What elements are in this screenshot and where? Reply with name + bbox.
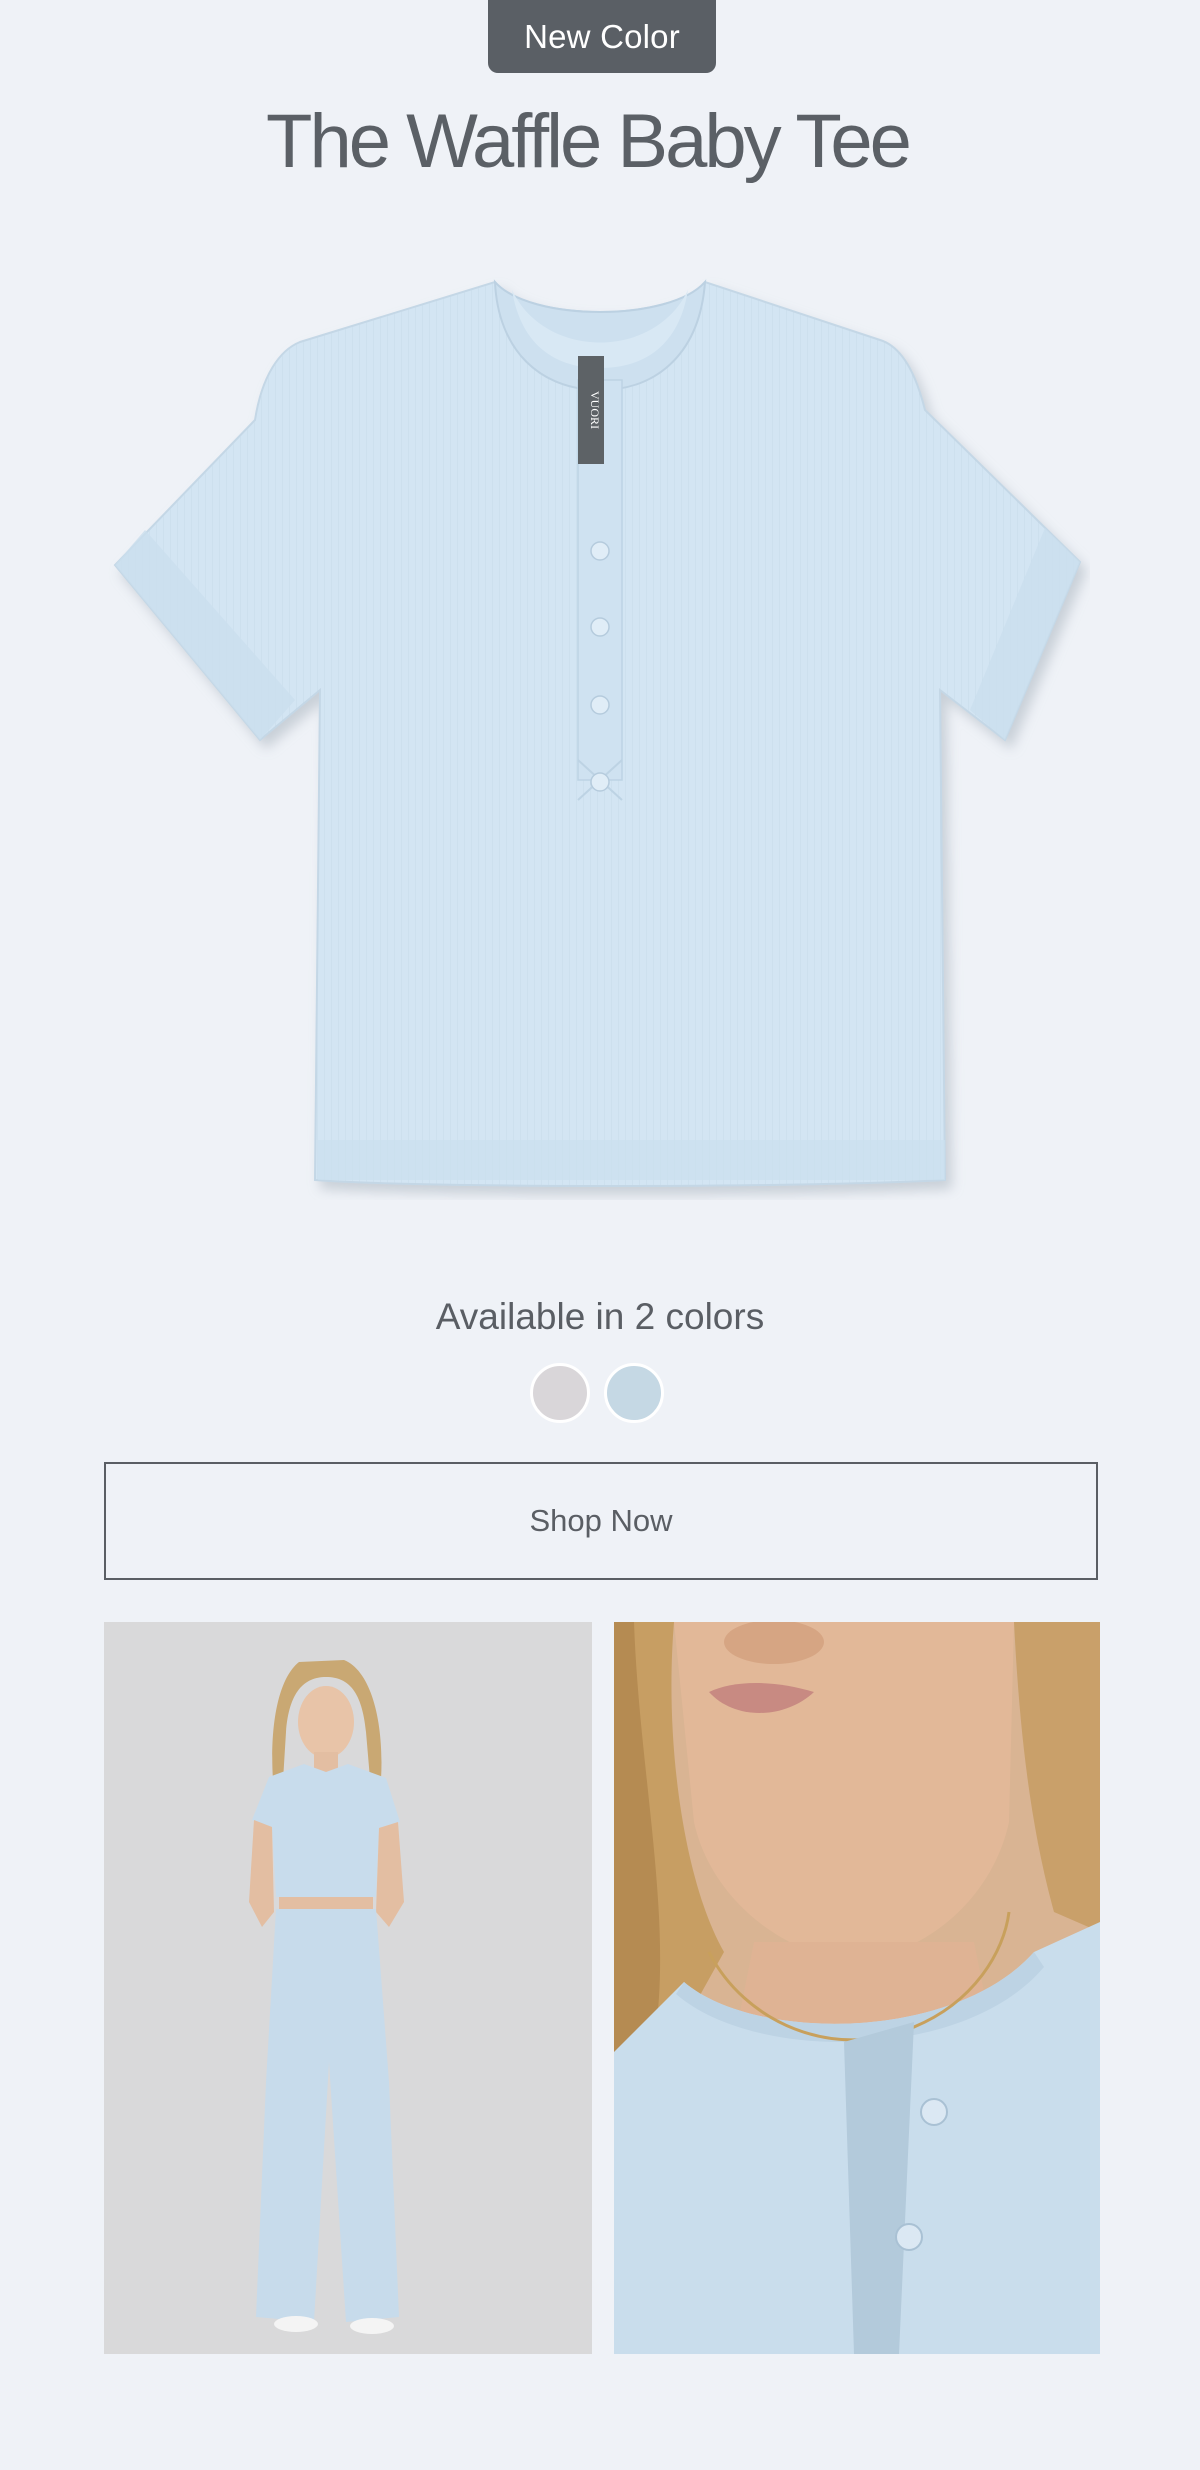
button-3-icon [590, 695, 610, 715]
product-title: The Waffle Baby Tee [266, 99, 912, 184]
hero-product-image[interactable]: VUORI [100, 260, 1090, 1200]
color-swatches [530, 1363, 664, 1423]
shop-now-button[interactable]: Shop Now [104, 1462, 1098, 1580]
badge-label: New Color [524, 17, 680, 55]
closeup-button-2-icon [895, 2223, 923, 2251]
button-1-icon [590, 541, 610, 561]
available-colors-label: Available in 2 colors [435, 1296, 765, 1337]
model-full-body-photo[interactable] [104, 1622, 592, 2354]
button-4-icon [590, 772, 610, 792]
brand-tag-text: VUORI [588, 391, 602, 429]
brand-tag: VUORI [578, 356, 604, 464]
button-2-icon [590, 617, 610, 637]
model-closeup-photo[interactable] [614, 1622, 1100, 2354]
color-swatch-gray[interactable] [530, 1363, 590, 1423]
color-swatch-blue[interactable] [604, 1363, 664, 1423]
new-color-badge: New Color [488, 0, 716, 73]
closeup-button-1-icon [920, 2098, 948, 2126]
